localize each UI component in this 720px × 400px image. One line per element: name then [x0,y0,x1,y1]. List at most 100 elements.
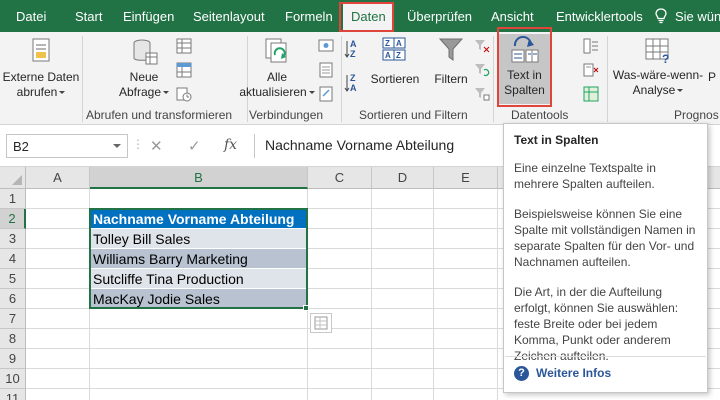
properties-icon[interactable] [318,62,334,78]
sort-ascending-icon[interactable]: AZ [344,38,366,60]
ribbon-separator [341,36,342,122]
name-box[interactable]: B2 [6,134,128,158]
cell-b4[interactable]: Williams Barry Marketing [90,249,306,269]
tell-me-search[interactable]: Sie wün [675,9,720,24]
filtern-button[interactable]: Filtern [428,36,474,102]
tooltip-more-info-link[interactable]: ? Weitere Infos [514,365,611,381]
row-header-6[interactable]: 6 [0,289,26,309]
svg-text:Z: Z [350,49,356,59]
chevron-down-icon [59,91,66,95]
svg-text:?: ? [662,52,669,64]
svg-text:Z: Z [350,73,356,83]
cell-b3[interactable]: Tolley Bill Sales [90,229,306,249]
from-table-icon[interactable] [176,62,192,78]
cell-b2[interactable]: Nachname Vorname Abteilung [90,209,306,229]
row-header-8[interactable]: 8 [0,329,26,349]
row-header-5[interactable]: 5 [0,269,26,289]
data-validation-icon[interactable] [583,86,599,102]
alle-aktualisieren-button[interactable]: Alle aktualisieren [234,36,320,102]
cell-b5[interactable]: Sutcliffe Tina Production [90,269,306,289]
text-to-columns-icon [511,36,538,63]
quick-analysis-button[interactable] [310,313,332,333]
tab-daten[interactable]: Daten [343,4,394,32]
lightbulb-icon[interactable] [655,8,667,24]
clear-filter-icon[interactable] [474,38,490,54]
externe-daten-abrufen-button[interactable]: Externe Daten abrufen [2,36,80,102]
select-all-triangle-icon [12,175,22,185]
select-all-button[interactable] [0,167,26,189]
row-header-1[interactable]: 1 [0,189,26,209]
ribbon: Externe Daten abrufen Neue Abfrage Abruf… [0,32,720,125]
chevron-down-icon [308,91,315,95]
connections-icon[interactable] [318,38,334,54]
tooltip-paragraph-1: Eine einzelne Textspalte in mehrere Spal… [514,161,656,191]
group-label-sortieren-filtern: Sortieren und Filtern [359,108,468,122]
group-label-verbindungen: Verbindungen [249,108,324,122]
tooltip-divider [505,356,706,357]
sortieren-label: Sortieren [370,72,420,86]
externe-daten-label-1: Externe Daten [2,70,80,84]
tab-datei[interactable]: Datei [16,9,46,24]
column-header-a[interactable]: A [26,167,90,189]
row-header-2[interactable]: 2 [0,209,26,229]
sort-descending-icon[interactable]: ZA [344,72,366,94]
chevron-down-icon [677,89,684,93]
reapply-icon[interactable] [474,62,490,78]
ribbon-separator [493,36,494,122]
was-waere-wenn-label-1: Was-wäre-wenn- [612,68,704,82]
column-header-d[interactable]: D [372,167,434,189]
row-header-10[interactable]: 10 [0,369,26,389]
was-waere-wenn-label-2: Analyse [632,83,676,97]
chevron-down-icon[interactable] [113,144,121,148]
sortieren-button[interactable]: Z A A Z Sortieren [366,36,424,102]
cell-b6[interactable]: MacKay Jodie Sales [90,289,306,309]
filtern-label: Filtern [434,72,468,86]
remove-duplicates-icon[interactable] [583,62,599,78]
text-in-spalten-label-1: Text in [507,68,542,82]
recent-sources-icon[interactable] [176,86,192,102]
new-query-icon [133,39,158,65]
was-waere-wenn-analyse-button[interactable]: ? Was-wäre-wenn- Analyse [610,36,706,102]
tab-einfuegen[interactable]: Einfügen [123,9,174,24]
group-label-prognose: Prognos [674,108,719,122]
cancel-icon[interactable]: ✕ [150,137,163,161]
row-header-7[interactable]: 7 [0,309,26,329]
tab-formeln[interactable]: Formeln [285,9,333,24]
column-header-c[interactable]: C [308,167,372,189]
what-if-analysis-icon: ? [645,38,669,64]
svg-text:A: A [385,51,391,60]
text-in-spalten-button[interactable]: Text in Spalten [499,36,550,102]
row-header-11[interactable]: 11 [0,389,26,400]
tooltip-paragraph-3: Die Art, in der die Aufteilung erfolgt, … [514,285,679,363]
neue-abfrage-button[interactable]: Neue Abfrage [112,36,176,102]
menu-bar: Datei Start Einfügen Seitenlayout Formel… [0,0,720,32]
insert-function-icon[interactable]: fx [224,137,237,161]
svg-text:Z: Z [385,39,390,48]
tab-ueberpruefen[interactable]: Überprüfen [407,9,472,24]
group-label-datentools: Datentools [511,108,569,122]
row-header-4[interactable]: 4 [0,249,26,269]
flash-fill-icon[interactable] [583,38,599,54]
external-data-icon [32,38,50,62]
fill-handle[interactable] [303,305,309,311]
tab-entwicklertools[interactable]: Entwicklertools [556,9,643,24]
filter-icon [438,38,464,61]
name-box-value: B2 [13,139,29,154]
svg-text:A: A [396,39,402,48]
enter-icon[interactable]: ✓ [188,137,201,161]
row-header-3[interactable]: 3 [0,229,26,249]
sort-icon: Z A A Z [382,37,406,61]
tab-start[interactable]: Start [75,9,102,24]
row-header-9[interactable]: 9 [0,349,26,369]
tab-seitenlayout[interactable]: Seitenlayout [193,9,265,24]
group-label-abrufen: Abrufen und transformieren [86,108,233,122]
show-queries-icon[interactable] [176,38,192,54]
advanced-filter-icon[interactable] [474,86,490,102]
alle-aktualisieren-label-1: Alle [266,70,287,84]
prognose-button[interactable]: P [708,70,720,86]
text-in-spalten-label-2: Spalten [504,83,545,97]
tab-ansicht[interactable]: Ansicht [491,9,534,24]
column-header-e[interactable]: E [434,167,498,189]
column-header-b[interactable]: B [90,167,308,189]
edit-links-icon[interactable] [318,86,334,102]
